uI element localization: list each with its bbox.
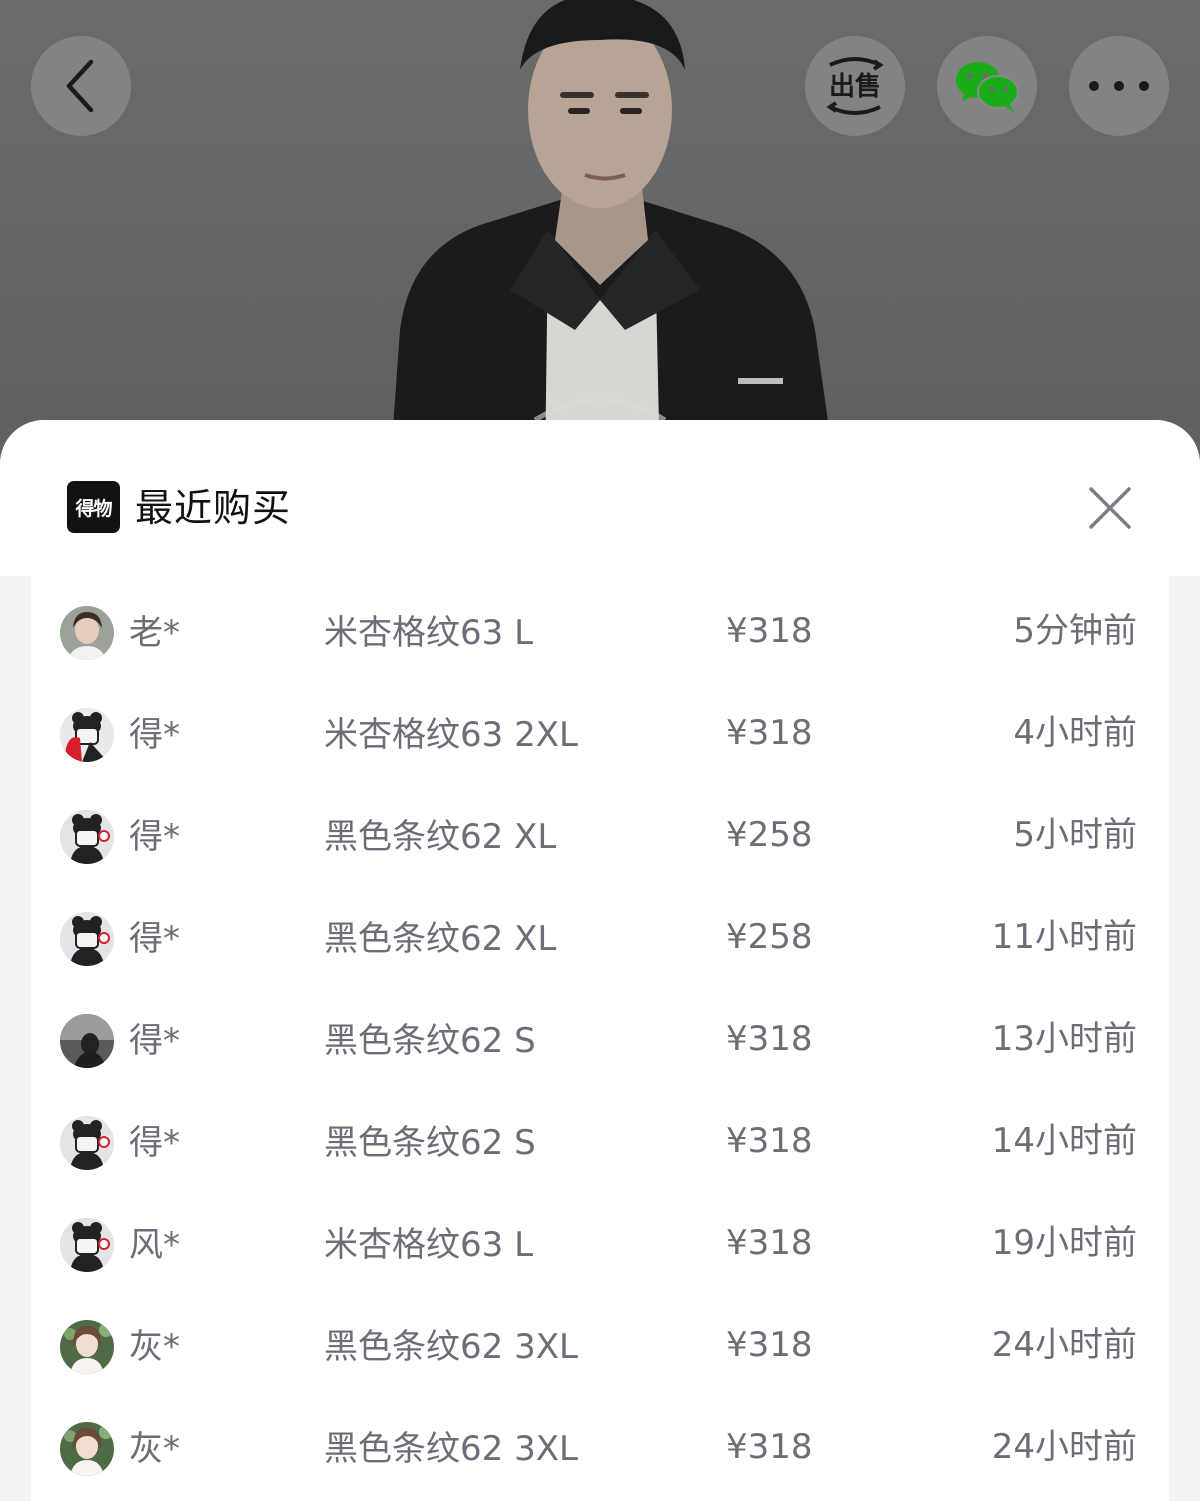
purchase-time: 14小时前 — [991, 1121, 1137, 1161]
buyer-name: 灰* — [129, 1429, 180, 1469]
sell-icon: 出售 — [826, 57, 884, 115]
sheet-header: 得物 最近购买 — [0, 420, 1200, 576]
back-button[interactable] — [31, 36, 131, 136]
buyer-name: 得* — [129, 715, 180, 755]
item-price: ¥318 — [726, 713, 813, 753]
purchase-time: 24小时前 — [991, 1325, 1137, 1365]
item-spec: 米杏格纹63 2XL — [324, 715, 578, 755]
sell-label: 出售 — [829, 71, 881, 102]
item-price: ¥318 — [726, 1223, 813, 1263]
buyer-avatar — [60, 810, 114, 864]
purchase-row: 得* 黑色条纹62 XL ¥258 11小时前 — [31, 882, 1169, 984]
buyer-name: 得* — [129, 817, 180, 857]
purchase-row: 灰* 黑色条纹62 3XL ¥318 24小时前 — [31, 1290, 1169, 1392]
buyer-avatar — [60, 708, 114, 762]
purchase-row: 得* 黑色条纹62 S ¥318 14小时前 — [31, 1086, 1169, 1188]
item-price: ¥258 — [726, 917, 813, 957]
product-hero-image: 出售 — [0, 0, 1200, 470]
buyer-name: 老* — [129, 613, 180, 653]
buyer-avatar — [60, 1014, 114, 1068]
item-spec: 黑色条纹62 XL — [324, 919, 557, 959]
item-spec: 黑色条纹62 3XL — [324, 1429, 578, 1469]
sheet-title: 最近购买 — [135, 486, 292, 530]
buyer-avatar — [60, 1116, 114, 1170]
purchase-row: 得* 米杏格纹63 2XL ¥318 4小时前 — [31, 678, 1169, 780]
buyer-avatar — [60, 1218, 114, 1272]
purchase-time: 5小时前 — [1013, 815, 1137, 855]
item-price: ¥318 — [726, 1121, 813, 1161]
share-wechat-button[interactable] — [937, 36, 1037, 136]
purchase-row: 风* 米杏格纹63 L ¥318 19小时前 — [31, 1188, 1169, 1290]
purchase-row: 老* 米杏格纹63 L ¥318 5分钟前 — [31, 576, 1169, 678]
item-price: ¥318 — [726, 1019, 813, 1059]
item-spec: 黑色条纹62 S — [324, 1021, 536, 1061]
purchase-time: 19小时前 — [991, 1223, 1137, 1263]
chevron-left-icon — [66, 59, 94, 113]
close-icon — [1089, 487, 1131, 529]
purchase-time: 5分钟前 — [1013, 611, 1137, 651]
buyer-avatar — [60, 912, 114, 966]
recent-purchases-sheet: 得物 最近购买 老* 米杏格纹63 L ¥318 5分钟前得* 米杏格纹63 2XL ¥3… — [0, 420, 1200, 1501]
purchase-time: 24小时前 — [991, 1427, 1137, 1467]
buyer-name: 得* — [129, 1021, 180, 1061]
buyer-name: 灰* — [129, 1327, 180, 1367]
buyer-avatar — [60, 1320, 114, 1374]
purchase-row: 得* 黑色条纹62 S ¥318 13小时前 — [31, 984, 1169, 1086]
purchase-time: 13小时前 — [991, 1019, 1137, 1059]
item-price: ¥258 — [726, 815, 813, 855]
item-spec: 黑色条纹62 XL — [324, 817, 557, 857]
buyer-name: 风* — [129, 1225, 180, 1265]
item-price: ¥318 — [726, 1427, 813, 1467]
item-price: ¥318 — [726, 611, 813, 651]
buyer-name: 得* — [129, 919, 180, 959]
purchase-time: 11小时前 — [991, 917, 1137, 957]
buyer-name: 得* — [129, 1123, 180, 1163]
purchase-time: 4小时前 — [1013, 713, 1137, 753]
purchase-list[interactable]: 老* 米杏格纹63 L ¥318 5分钟前 得* 米杏格纹63 2XL ¥318 4小时前 得*… — [31, 576, 1169, 1501]
item-spec: 米杏格纹63 L — [324, 1225, 534, 1265]
more-dots-icon — [1089, 81, 1149, 91]
wechat-icon — [956, 62, 1019, 112]
item-spec: 米杏格纹63 L — [324, 613, 534, 653]
brand-logo: 得物 — [67, 481, 120, 533]
sell-button[interactable]: 出售 — [805, 36, 905, 136]
more-button[interactable] — [1069, 36, 1169, 136]
item-spec: 黑色条纹62 S — [324, 1123, 536, 1163]
purchase-row: 灰* 黑色条纹62 3XL ¥318 24小时前 — [31, 1392, 1169, 1494]
close-button[interactable] — [1082, 480, 1138, 536]
item-spec: 黑色条纹62 3XL — [324, 1327, 578, 1367]
item-price: ¥318 — [726, 1325, 813, 1365]
buyer-avatar — [60, 1422, 114, 1476]
buyer-avatar — [60, 606, 114, 660]
purchase-row: 得* 黑色条纹62 XL ¥258 5小时前 — [31, 780, 1169, 882]
